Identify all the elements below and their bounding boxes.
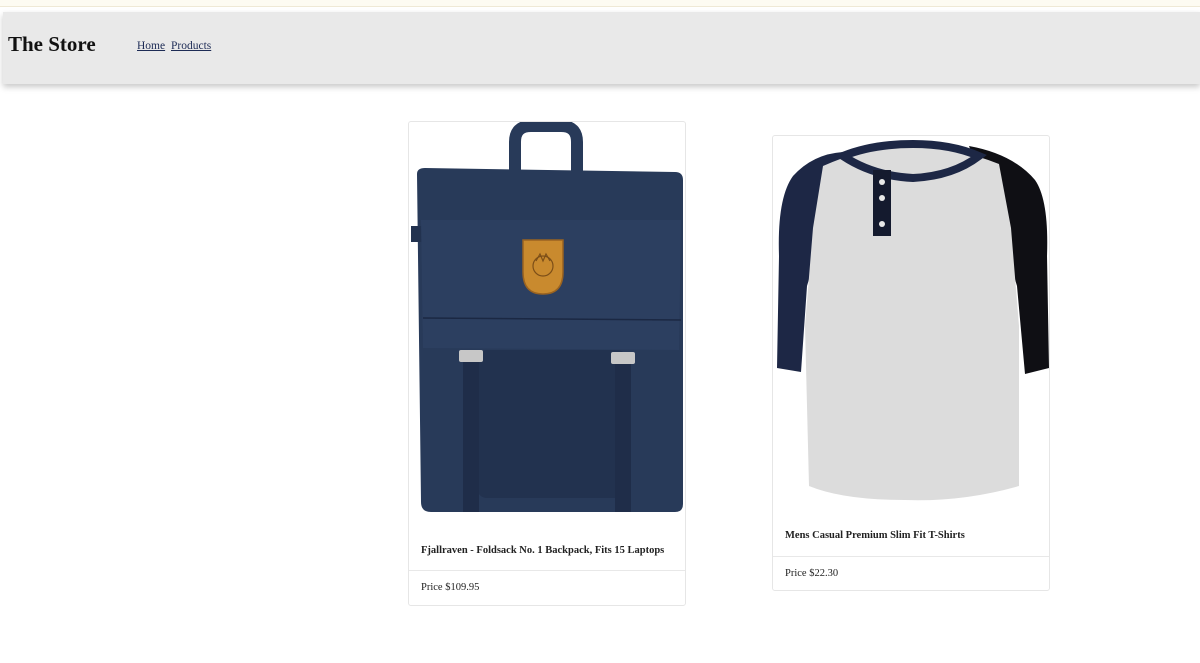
brand-title: The Store [8,32,96,56]
product-price: Price $109.95 [421,582,480,593]
nav-link-home[interactable]: Home [137,40,165,52]
product-price: Price $22.30 [785,568,839,579]
backpack-image[interactable] [409,122,685,522]
nav-link-products[interactable]: Products [171,40,211,52]
product-title[interactable]: Mens Casual Premium Slim Fit T-Shirts [785,530,965,541]
top-strip [0,0,1200,7]
product-card[interactable]: Fjallraven - Foldsack No. 1 Backpack, Fi… [408,121,686,606]
product-title[interactable]: Fjallraven - Foldsack No. 1 Backpack, Fi… [421,545,664,556]
card-divider [773,556,1049,557]
nav-links: Home Products [137,40,214,52]
shirt-image[interactable] [773,136,1049,508]
navbar: The Store Home Products [3,12,1200,84]
card-divider [409,570,685,571]
product-card[interactable]: Mens Casual Premium Slim Fit T-Shirts Pr… [772,135,1050,591]
